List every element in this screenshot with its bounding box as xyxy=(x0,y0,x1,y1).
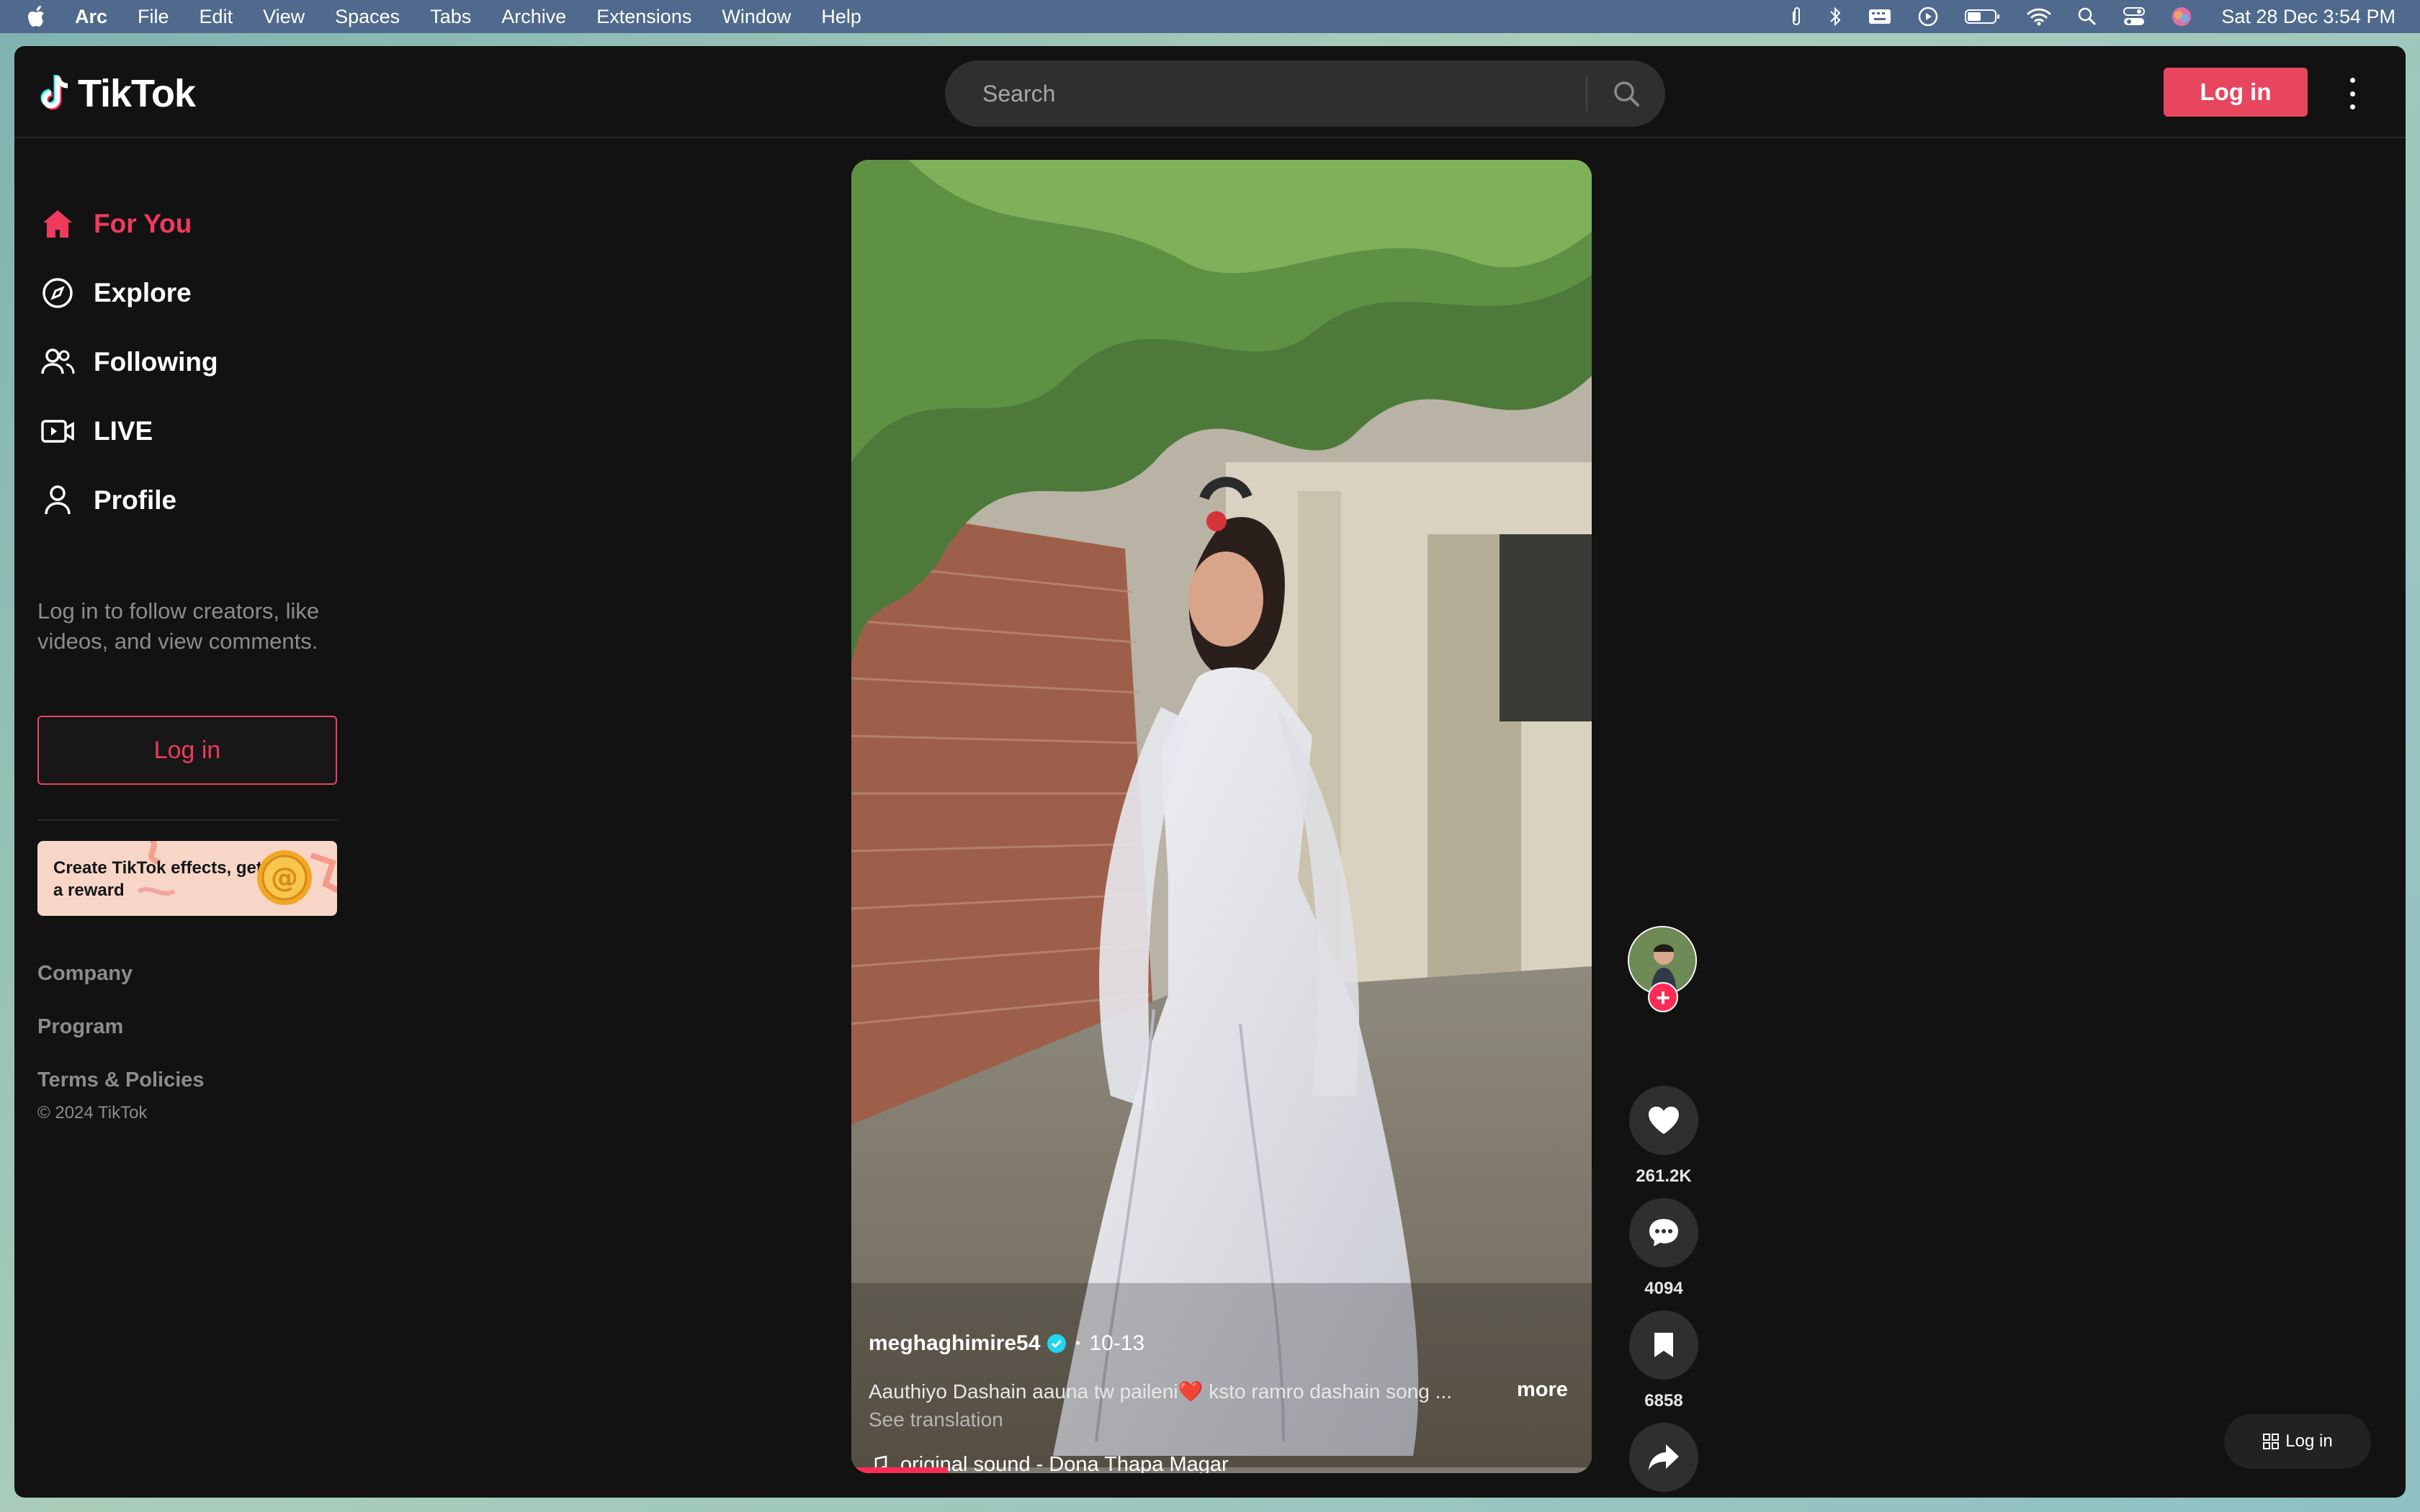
save-count: 6858 xyxy=(1644,1391,1683,1410)
menu-bar-status-area: Sat 28 Dec 3:54 PM xyxy=(1765,0,2396,33)
video-date: 10-13 xyxy=(1089,1331,1145,1355)
menu-app-name[interactable]: Arc xyxy=(75,6,107,28)
share-arrow-icon xyxy=(1649,1444,1679,1470)
video-caption: meghaghimire54 · 10-13 Aauthiyo Dashain … xyxy=(869,1328,1574,1473)
menu-extensions[interactable]: Extensions xyxy=(596,6,691,28)
verified-badge-icon xyxy=(1047,1334,1067,1353)
keyboard-icon[interactable] xyxy=(1868,8,1891,25)
like-count: 261.2K xyxy=(1636,1166,1692,1186)
menu-tabs[interactable]: Tabs xyxy=(430,6,471,28)
footer-link-terms[interactable]: Terms & Policies xyxy=(37,1068,205,1092)
sidebar-login-button[interactable]: Log in xyxy=(37,716,337,785)
wifi-icon[interactable] xyxy=(2027,7,2051,26)
menu-edit[interactable]: Edit xyxy=(200,6,233,28)
promo-text: Create TikTok effects, get a reward xyxy=(53,858,262,900)
copyright: © 2024 TikTok xyxy=(37,1103,148,1122)
person-icon xyxy=(40,483,75,518)
sidebar-item-live[interactable]: LIVE xyxy=(40,406,153,456)
sidebar-item-label: Explore xyxy=(94,278,192,307)
menu-help[interactable]: Help xyxy=(821,6,861,28)
search-bar[interactable]: Search xyxy=(945,60,1665,127)
search-input[interactable]: Search xyxy=(982,60,1055,127)
save-action[interactable]: 6858 xyxy=(1628,1310,1700,1411)
compass-icon xyxy=(40,276,75,310)
footer-link-program[interactable]: Program xyxy=(37,1015,123,1039)
video-progress-bar[interactable] xyxy=(851,1467,1592,1473)
floating-login-button[interactable]: Log in xyxy=(2224,1414,2371,1469)
sidebar-item-label: For You xyxy=(94,209,192,238)
comment-count: 4094 xyxy=(1644,1279,1683,1298)
control-center-icon[interactable] xyxy=(2123,6,2146,27)
siri-icon[interactable] xyxy=(2171,6,2192,27)
menu-archive[interactable]: Archive xyxy=(501,6,566,28)
menu-file[interactable]: File xyxy=(138,6,169,28)
svg-text:@: @ xyxy=(271,862,298,894)
sidebar-item-label: Following xyxy=(94,347,218,377)
login-note: Log in to follow creators, like videos, … xyxy=(37,598,320,654)
sidebar-item-profile[interactable]: Profile xyxy=(40,475,176,526)
bookmark-icon xyxy=(1654,1333,1673,1357)
comment-button[interactable] xyxy=(1629,1198,1698,1267)
sidebar-item-label: LIVE xyxy=(94,416,153,446)
heart-icon xyxy=(1649,1107,1679,1134)
menu-window[interactable]: Window xyxy=(722,6,791,28)
qr-grid-icon xyxy=(2263,1434,2280,1449)
search-icon[interactable] xyxy=(1612,79,1641,108)
macos-menu-bar: Arc File Edit View Spaces Tabs Archive E… xyxy=(0,0,2420,33)
like-button[interactable] xyxy=(1629,1086,1698,1155)
like-action[interactable]: 261.2K xyxy=(1628,1086,1700,1187)
video-frame xyxy=(851,160,1592,1473)
menu-spaces[interactable]: Spaces xyxy=(335,6,400,28)
people-icon xyxy=(40,345,75,379)
coin-icon: @ xyxy=(255,848,314,907)
tiktok-logo-text: TikTok xyxy=(78,72,196,115)
follow-button[interactable]: + xyxy=(1648,982,1678,1012)
share-button[interactable] xyxy=(1629,1423,1698,1492)
battery-icon[interactable] xyxy=(1965,8,2001,25)
paperclip-icon[interactable] xyxy=(1791,6,1802,27)
browser-window: TikTok Search Log in For You Explore Fol… xyxy=(14,46,2406,1498)
comment-icon xyxy=(1649,1219,1678,1246)
video-username[interactable]: meghaghimire54 xyxy=(869,1331,1040,1356)
see-translation-link[interactable]: See translation xyxy=(869,1408,1003,1431)
more-button[interactable]: more xyxy=(1517,1378,1568,1402)
comment-action[interactable]: 4094 xyxy=(1628,1198,1700,1299)
save-button[interactable] xyxy=(1629,1310,1698,1380)
footer-link-company[interactable]: Company xyxy=(37,962,133,986)
spotlight-search-icon[interactable] xyxy=(2077,6,2097,27)
sidebar: For You Explore Following LIVE Profile L… xyxy=(14,140,389,1493)
menu-view[interactable]: View xyxy=(263,6,305,28)
creator-avatar-group[interactable]: + xyxy=(1628,926,1700,1012)
home-icon xyxy=(40,207,75,241)
menu-bar-clock[interactable]: Sat 28 Dec 3:54 PM xyxy=(2221,6,2396,28)
sidebar-item-explore[interactable]: Explore xyxy=(40,268,192,318)
video-progress-fill xyxy=(851,1467,948,1473)
video-author-line: meghaghimire54 · 10-13 xyxy=(869,1328,1574,1359)
video-description: Aauthiyo Dashain aauna tw paileni❤️ ksto… xyxy=(869,1380,1452,1403)
apple-logo-icon[interactable] xyxy=(27,4,49,29)
more-menu-icon[interactable] xyxy=(2345,78,2360,109)
effects-promo-banner[interactable]: Create TikTok effects, get a reward @ xyxy=(37,841,337,916)
tiktok-header: TikTok Search Log in xyxy=(14,46,2406,138)
search-divider xyxy=(1586,76,1587,111)
header-login-button[interactable]: Log in xyxy=(2164,68,2308,117)
live-camera-icon xyxy=(40,414,75,449)
sidebar-item-following[interactable]: Following xyxy=(40,337,218,387)
video-player[interactable]: meghaghimire54 · 10-13 Aauthiyo Dashain … xyxy=(851,160,1592,1473)
sidebar-divider xyxy=(37,819,337,821)
floating-login-label: Log in xyxy=(2285,1431,2333,1451)
play-circle-icon[interactable] xyxy=(1917,6,1939,27)
separator-dot: · xyxy=(1075,1331,1083,1355)
sidebar-item-label: Profile xyxy=(94,485,177,515)
bluetooth-icon[interactable] xyxy=(1828,6,1842,27)
sidebar-item-for-you[interactable]: For You xyxy=(40,199,192,249)
share-action[interactable]: 1779 xyxy=(1628,1423,1700,1498)
tiktok-logo-icon xyxy=(40,75,68,110)
tiktok-logo[interactable]: TikTok xyxy=(37,72,196,115)
